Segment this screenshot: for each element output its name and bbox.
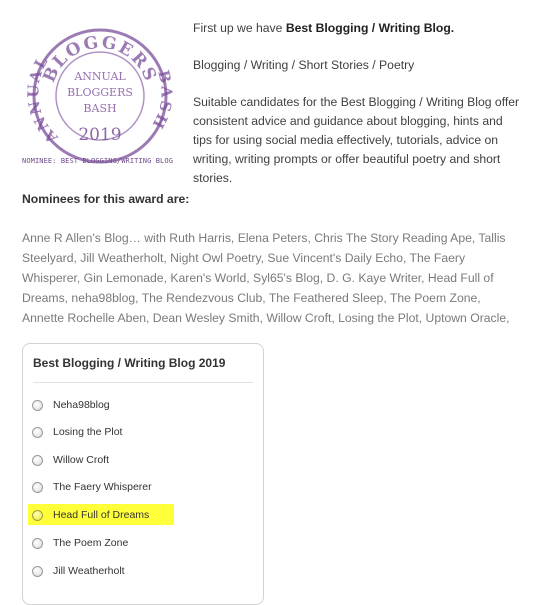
radio-button[interactable]	[32, 566, 43, 577]
nominees-list: Anne R Allen's Blog… with Ruth Harris, E…	[22, 231, 510, 325]
bloggers-bash-badge: BLOGGERS ANNUAL BASH ANNUAL BLOGGERS BAS…	[20, 18, 180, 173]
intro-categories: Blogging / Writing / Short Stories / Poe…	[193, 58, 415, 72]
intro-lead-prefix: First up we have	[193, 21, 286, 35]
radio-button[interactable]	[32, 510, 43, 521]
poll-option[interactable]: Willow Croft	[23, 454, 253, 472]
poll-option-label: Neha98blog	[53, 399, 110, 411]
badge-caption: NOMINEE: BEST BLOGGING/WRITING BLOG	[22, 157, 174, 165]
poll-option[interactable]: The Poem Zone	[23, 537, 253, 555]
intro-description: Suitable candidates for the Best Bloggin…	[193, 95, 520, 185]
badge-year: 2019	[78, 125, 121, 145]
poll-title: Best Blogging / Writing Blog 2019	[33, 356, 226, 370]
poll-option[interactable]: Neha98blog	[23, 399, 253, 417]
poll-option-label: Head Full of Dreams	[53, 509, 150, 521]
poll-option-label: The Faery Whisperer	[53, 481, 152, 493]
radio-button[interactable]	[32, 455, 43, 466]
radio-button[interactable]	[32, 538, 43, 549]
badge-logo: BLOGGERS ANNUAL BASH ANNUAL BLOGGERS BAS…	[24, 28, 174, 164]
poll-option[interactable]: Jill Weatherholt	[23, 565, 253, 583]
nominees-heading: Nominees for this award are:	[22, 192, 190, 206]
badge-center-line1: ANNUAL	[73, 70, 126, 83]
poll-option[interactable]: The Faery Whisperer	[23, 481, 253, 499]
poll-option-label: Jill Weatherholt	[53, 565, 125, 577]
badge-center-line2: BLOGGERS	[67, 86, 133, 99]
poll-divider	[33, 382, 253, 383]
poll-option-label: Losing the Plot	[53, 426, 123, 438]
intro-lead-bold: Best Blogging / Writing Blog.	[285, 21, 455, 35]
poll-option-highlighted[interactable]: Head Full of Dreams	[23, 504, 253, 527]
radio-button[interactable]	[32, 427, 43, 438]
radio-button[interactable]	[32, 482, 43, 493]
intro-section: First up we have Best Blogging / Writing…	[193, 19, 523, 188]
poll-option-label: Willow Croft	[53, 454, 110, 466]
poll-option-label: The Poem Zone	[53, 537, 129, 549]
poll-option[interactable]: Losing the Plot	[23, 426, 253, 444]
poll-box: Best Blogging / Writing Blog 2019 Neha98…	[22, 343, 264, 605]
radio-button[interactable]	[32, 400, 43, 411]
intro-lead: First up we have Best Blogging / Writing…	[193, 19, 523, 38]
badge-center-line3: BASH	[83, 102, 116, 115]
